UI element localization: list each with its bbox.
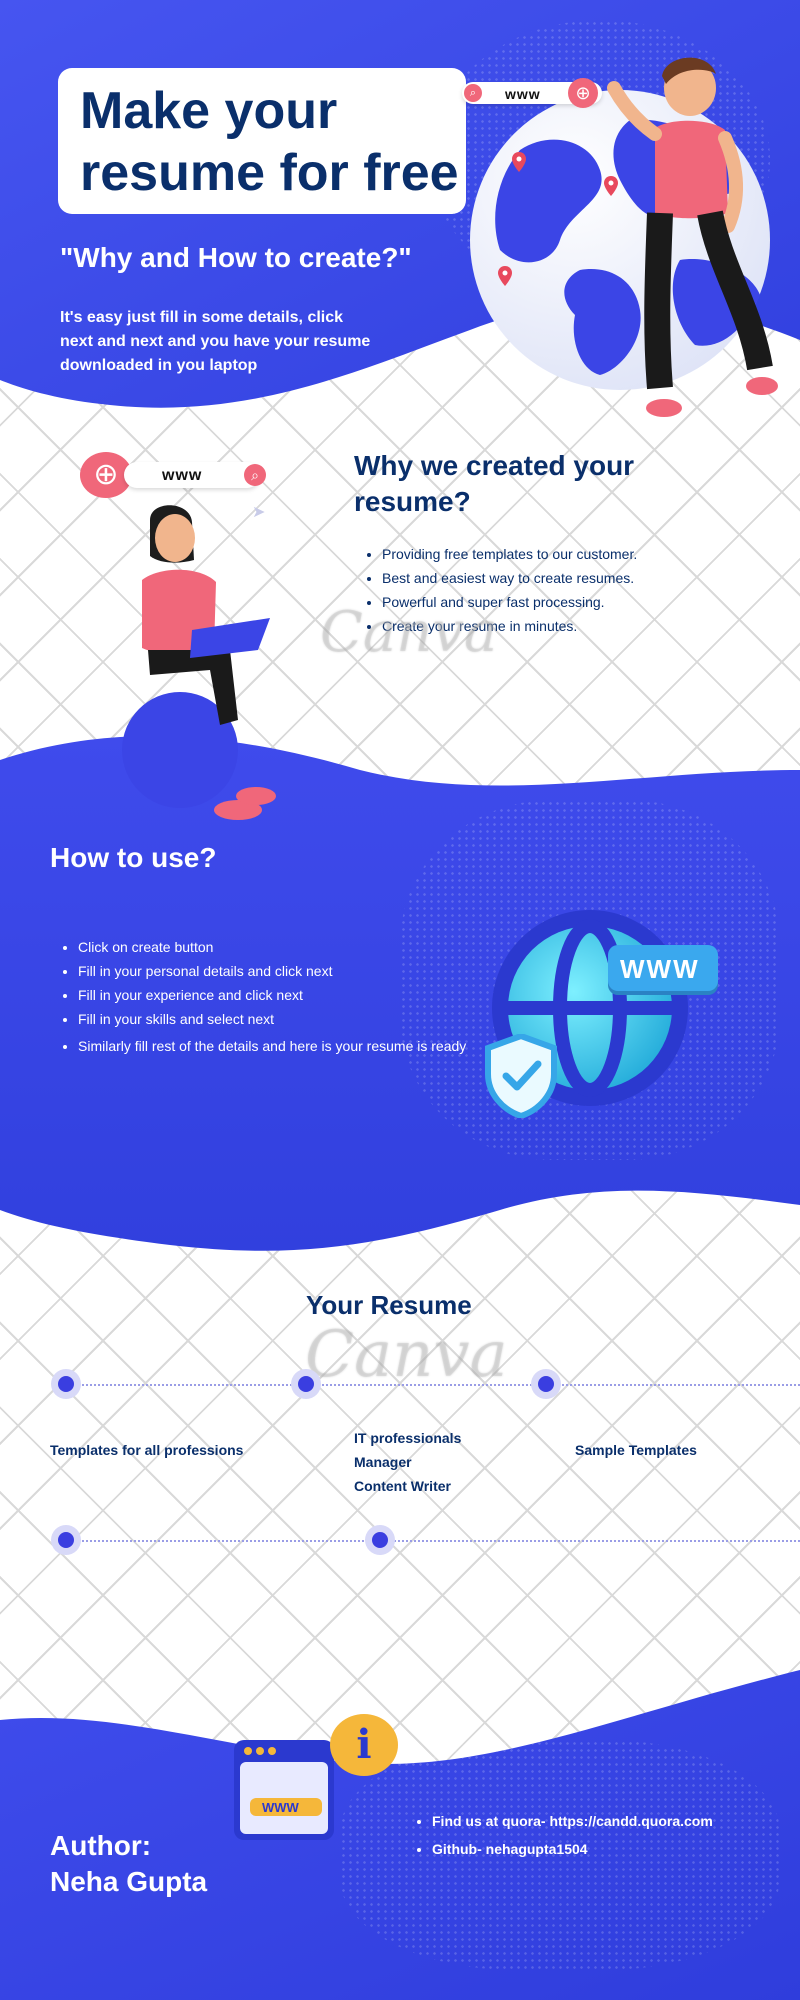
author-name: Neha Gupta (50, 1866, 208, 1897)
hero-intro-text: It's easy just fill in some details, cli… (60, 309, 371, 374)
search-icon: ⌕ (464, 84, 482, 102)
info-icon: i (330, 1714, 398, 1776)
why-heading: Why we created your resume? (354, 448, 684, 520)
woman-character-illustration (122, 505, 276, 820)
why-url-text: www (162, 467, 203, 484)
timeline-dot (372, 1532, 388, 1548)
www-badge-text: WWW (620, 954, 700, 984)
globe-icon: ⊕ (568, 78, 598, 108)
timeline-dot (298, 1376, 314, 1392)
author-block: Author: Neha Gupta (50, 1828, 207, 1900)
how-list: Click on create button Fill in your pers… (56, 938, 468, 1064)
map-pin-icon (498, 266, 512, 286)
list-item: Fill in your experience and click next (78, 986, 468, 1004)
watermark-text: Canva (320, 600, 498, 665)
hero-url-text: www (505, 86, 541, 102)
timeline-line-bottom (66, 1540, 800, 1542)
title-line-2: resume for free (80, 144, 459, 202)
footer-links: Find us at quora- https://candd.quora.co… (410, 1810, 800, 1866)
how-heading: How to use? (50, 842, 217, 873)
page-title: Make your resume for free (80, 80, 460, 204)
role-item: Content Writer (354, 1478, 451, 1494)
github-link[interactable]: Github- nehagupta1504 (432, 1838, 800, 1860)
map-pin-icon (512, 152, 526, 172)
why-heading-text: Why we created your resume? (354, 450, 635, 517)
man-character-illustration (607, 57, 778, 417)
timeline-dot (538, 1376, 554, 1392)
list-item: Providing free templates to our customer… (382, 545, 742, 563)
role-item: IT professionals (354, 1430, 462, 1446)
timeline-dot (58, 1376, 74, 1392)
window-url-text: WWW (262, 1800, 299, 1815)
author-label: Author: (50, 1830, 152, 1861)
shield-check-icon (485, 1034, 557, 1118)
title-line-1: Make your (80, 82, 338, 140)
resume-col-professions: Templates for all professions (50, 1442, 244, 1458)
timeline-dot (58, 1532, 74, 1548)
resume-col-roles: IT professionals Manager Content Writer (354, 1426, 461, 1498)
why-url-bar-group: ⊕ www ⌕ (80, 452, 270, 498)
watermark-text: Canva (305, 1318, 508, 1392)
list-item: Fill in your personal details and click … (78, 962, 468, 980)
list-item: Fill in your skills and select next (78, 1010, 468, 1028)
your-resume-heading: Your Resume (306, 1290, 472, 1320)
timeline-line-top (66, 1384, 800, 1386)
role-item: Manager (354, 1454, 412, 1470)
quora-link[interactable]: Find us at quora- https://candd.quora.co… (432, 1810, 800, 1832)
hero-subtitle: "Why and How to create?" (60, 242, 412, 273)
resume-col-samples: Sample Templates (575, 1442, 697, 1458)
browser-window-illustration (234, 1740, 334, 1840)
search-icon: ⌕ (244, 464, 266, 486)
list-item: Best and easiest way to create resumes. (382, 569, 742, 587)
list-item: Similarly fill rest of the details and h… (78, 1034, 468, 1058)
list-item: Click on create button (78, 938, 468, 956)
